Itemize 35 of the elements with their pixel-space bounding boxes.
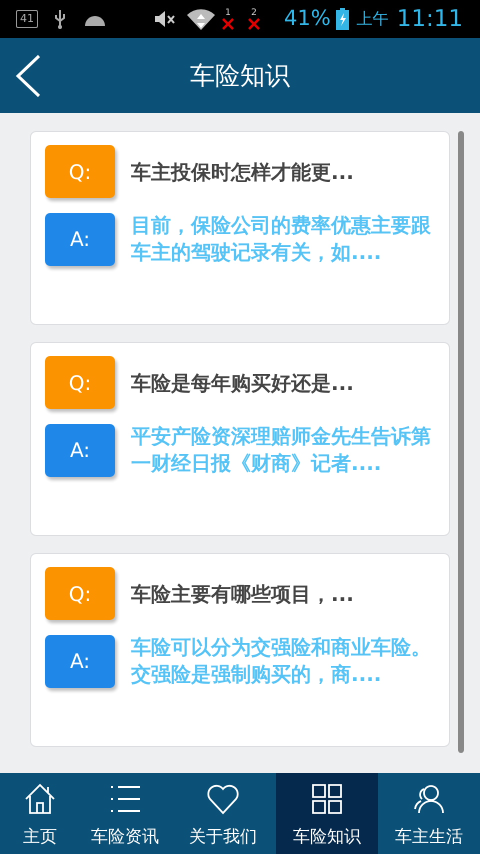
answer-text: 平安产险资深理赔师金先生告诉第一财经日报《财商》记者.... <box>131 423 432 477</box>
faq-card[interactable]: Q: 车险主要有哪些项目，... A: 车险可以分为交强险和商业车险。交强险是强制购买的，商.... <box>30 553 450 747</box>
faq-card[interactable]: Q: 车险是每年购买好还是... A: 平安产险资深理赔师金先生告诉第一财经日报《财商》记者.... <box>30 342 450 536</box>
mute-icon <box>154 9 176 29</box>
question-label: Q: <box>45 145 115 198</box>
back-icon[interactable] <box>14 54 42 98</box>
question-label: Q: <box>45 356 115 409</box>
usb-icon <box>54 9 66 29</box>
answer-text: 目前，保险公司的费率优惠主要跟车主的驾驶记录有关，如.... <box>131 212 432 266</box>
nav-tab[interactable]: 车险知识 <box>276 773 378 854</box>
page-title: 车险知识 <box>190 60 290 92</box>
answer-label: A: <box>45 212 115 266</box>
nav-tab[interactable]: 关于我们 <box>170 773 276 854</box>
no-signal-icon <box>248 18 260 30</box>
question-text: 车主投保时怎样才能更... <box>131 158 354 186</box>
notification-count: 41 <box>16 10 38 28</box>
faq-card[interactable]: Q: 车主投保时怎样才能更... A: 目前，保险公司的费率优惠主要跟车主的驾驶记录有关，如.... <box>30 131 450 325</box>
nav-tab[interactable]: 主页 <box>0 773 80 854</box>
no-signal-icon <box>222 18 234 30</box>
sim-number: 1 <box>225 8 231 18</box>
grid-icon <box>309 781 345 817</box>
nav-tab[interactable]: 车主生活 <box>378 773 480 854</box>
time-period: 上午 <box>356 8 389 30</box>
battery-charging-icon <box>336 8 349 30</box>
answer-label: A: <box>45 634 115 688</box>
sim-number: 2 <box>251 8 257 18</box>
battery-percent: 41% <box>284 5 331 32</box>
clock-time: 11:11 <box>396 4 463 34</box>
question-text: 车险是每年购买好还是... <box>131 370 354 396</box>
answer-label: A: <box>45 424 115 476</box>
nav-tab[interactable]: 车险资讯 <box>80 773 170 854</box>
question-text: 车险主要有哪些项目，... <box>131 580 354 608</box>
question-label: Q: <box>45 567 115 620</box>
wifi-icon <box>186 8 216 30</box>
answer-text: 车险可以分为交强险和商业车险。交强险是强制购买的，商.... <box>131 634 432 688</box>
